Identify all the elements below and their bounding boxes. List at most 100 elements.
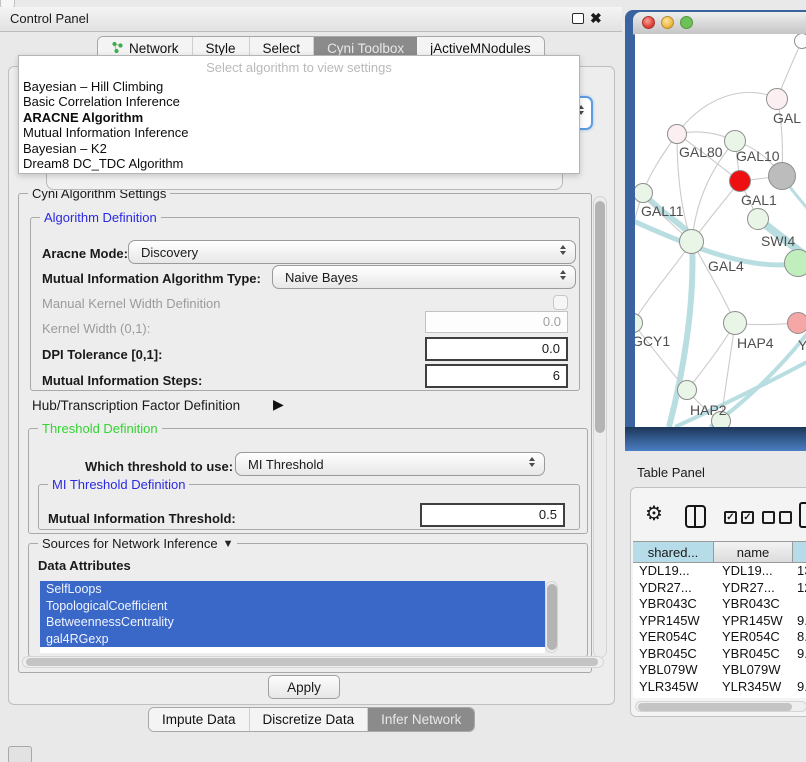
dropdown-item[interactable]: Bayesian – K2 <box>19 141 579 156</box>
control-panel-titlebar: Control Panel ✖ <box>0 7 622 32</box>
column-header-shared-name[interactable]: shared... <box>633 542 714 562</box>
dpi-tolerance-field[interactable]: 0.0 <box>425 337 568 361</box>
cell-value[interactable] <box>793 596 806 613</box>
collapse-arrow-icon[interactable]: ▶ <box>273 396 284 413</box>
aracne-mode-label: Aracne Mode: <box>42 246 128 261</box>
network-canvas[interactable]: GAL GAL80 GAL10 GAL1 GAL11 SWI4 GAL4 GCY… <box>635 34 806 427</box>
tab-discretize-data[interactable]: Discretize Data <box>250 708 369 731</box>
tab-impute-data[interactable]: Impute Data <box>149 708 250 731</box>
dropdown-item[interactable]: Mutual Information Inference <box>19 125 579 140</box>
mac-zoom-icon[interactable] <box>680 16 693 29</box>
apply-button[interactable]: Apply <box>268 675 340 699</box>
cell-name[interactable]: YBR045C <box>714 646 793 663</box>
table-row[interactable]: YBR043CYBR043C <box>633 596 806 613</box>
mi-threshold-group-title: MI Threshold Definition <box>48 477 189 492</box>
cell-shared-name[interactable]: YPR145W <box>633 613 714 630</box>
cell-name[interactable]: YBR043C <box>714 596 793 613</box>
cell-shared-name[interactable]: YDR27... <box>633 580 714 597</box>
settings-vertical-scrollbar-thumb[interactable] <box>595 201 605 433</box>
mi-steps-field[interactable]: 6 <box>425 364 568 388</box>
dropdown-item[interactable]: Basic Correlation Inference <box>19 94 579 109</box>
dropdown-item[interactable]: Dream8 DC_TDC Algorithm <box>19 156 579 171</box>
kernel-width-field[interactable]: 0.0 <box>425 311 568 333</box>
cell-name[interactable]: YLR345W <box>714 679 793 696</box>
network-node[interactable] <box>667 124 687 144</box>
aracne-mode-combo[interactable]: Discovery <box>128 240 576 264</box>
close-icon[interactable]: ✖ <box>590 12 602 24</box>
table-row[interactable]: YBR045CYBR045C9. <box>633 646 806 663</box>
cell-value[interactable]: 9. <box>793 695 806 698</box>
split-columns-icon[interactable] <box>685 505 706 528</box>
deselect-all-checkboxes-icon[interactable] <box>762 511 792 524</box>
table-row[interactable]: YER054CYER054C8. <box>633 629 806 646</box>
cell-shared-name[interactable]: YBR045C <box>633 646 714 663</box>
table-settings-gear-icon[interactable]: ⚙ <box>645 503 663 525</box>
hub-definition-label[interactable]: Hub/Transcription Factor Definition <box>32 398 240 413</box>
table-row[interactable]: YDL19...YDL19...13 <box>633 563 806 580</box>
tab-infer-network[interactable]: Infer Network <box>368 708 474 731</box>
network-node[interactable] <box>766 88 788 110</box>
network-node[interactable] <box>784 249 806 277</box>
minimized-panel-icon[interactable] <box>8 746 32 762</box>
cell-value[interactable] <box>793 662 806 679</box>
float-window-icon[interactable] <box>572 13 584 24</box>
cell-value[interactable]: 8. <box>793 629 806 646</box>
manual-kernel-width-checkbox[interactable] <box>553 295 568 310</box>
cell-shared-name[interactable]: YLR345W <box>633 679 714 696</box>
cell-shared-name[interactable]: YBR043C <box>633 596 714 613</box>
settings-horizontal-scrollbar-thumb[interactable] <box>26 658 598 666</box>
network-node[interactable] <box>679 229 704 254</box>
cell-name[interactable]: YBL079W <box>714 662 793 679</box>
mac-close-icon[interactable] <box>642 16 655 29</box>
cell-name[interactable]: YPR145W <box>714 613 793 630</box>
network-node[interactable] <box>768 162 796 190</box>
attributes-list-scrollbar-thumb[interactable] <box>547 584 557 650</box>
cell-shared-name[interactable]: YBL079W <box>633 662 714 679</box>
settings-horizontal-scrollbar[interactable] <box>22 656 604 668</box>
table-row[interactable]: YPR145WYPR145W9. <box>633 613 806 630</box>
attribute-item-selected[interactable]: SelfLoops <box>40 581 545 598</box>
network-window-titlebar[interactable] <box>633 12 806 35</box>
mi-algorithm-type-combo[interactable]: Naive Bayes <box>272 265 576 289</box>
attribute-item-selected[interactable]: gal4RGexp <box>40 631 545 648</box>
settings-vertical-scrollbar[interactable] <box>593 196 607 658</box>
network-node-selected[interactable] <box>729 170 751 192</box>
cell-value[interactable]: 9. <box>793 646 806 663</box>
cell-value[interactable]: 12 <box>793 580 806 597</box>
network-node[interactable] <box>787 312 806 334</box>
attributes-list-scrollbar[interactable] <box>545 581 558 653</box>
column-header-partial[interactable] <box>793 542 806 562</box>
apply-button-label: Apply <box>287 680 321 695</box>
select-all-checkboxes-icon[interactable] <box>724 511 754 524</box>
attribute-item-selected[interactable]: TopologicalCoefficient <box>40 598 545 615</box>
file-icon[interactable] <box>799 502 806 528</box>
table-horizontal-scrollbar[interactable] <box>635 701 806 712</box>
cell-name[interactable]: YDR27... <box>714 580 793 597</box>
cell-name[interactable]: YDL19... <box>714 563 793 580</box>
table-row[interactable]: YBL079WYBL079W <box>633 662 806 679</box>
column-header-name[interactable]: name <box>714 542 793 562</box>
network-node[interactable] <box>677 380 697 400</box>
cell-name[interactable]: YER054C <box>714 629 793 646</box>
dropdown-item[interactable]: Bayesian – Hill Climbing <box>19 79 579 94</box>
table-row[interactable]: YDR27...YDR27...12 <box>633 580 806 597</box>
table-horizontal-scrollbar-thumb[interactable] <box>638 703 792 711</box>
table-row[interactable]: YIL052CYIL052C9. <box>633 695 806 698</box>
cell-value[interactable]: 9. <box>793 613 806 630</box>
cell-value[interactable]: 13 <box>793 563 806 580</box>
cell-name[interactable]: YIL052C <box>714 695 793 698</box>
cell-shared-name[interactable]: YIL052C <box>633 695 714 698</box>
dropdown-item-selected[interactable]: ARACNE Algorithm <box>19 110 579 125</box>
cell-value[interactable]: 9. <box>793 679 806 696</box>
cell-shared-name[interactable]: YER054C <box>633 629 714 646</box>
expand-arrow-icon[interactable]: ▼ <box>223 538 234 550</box>
table-row[interactable]: YLR345WYLR345W9. <box>633 679 806 696</box>
network-node[interactable] <box>747 208 769 230</box>
which-threshold-combo[interactable]: MI Threshold <box>235 452 545 476</box>
attribute-item-selected[interactable]: BetweennessCentrality <box>40 614 545 631</box>
mi-threshold-field[interactable]: 0.5 <box>420 503 565 527</box>
cell-shared-name[interactable]: YDL19... <box>633 563 714 580</box>
network-node[interactable] <box>794 34 806 49</box>
network-node[interactable] <box>723 311 747 335</box>
mac-minimize-icon[interactable] <box>661 16 674 29</box>
